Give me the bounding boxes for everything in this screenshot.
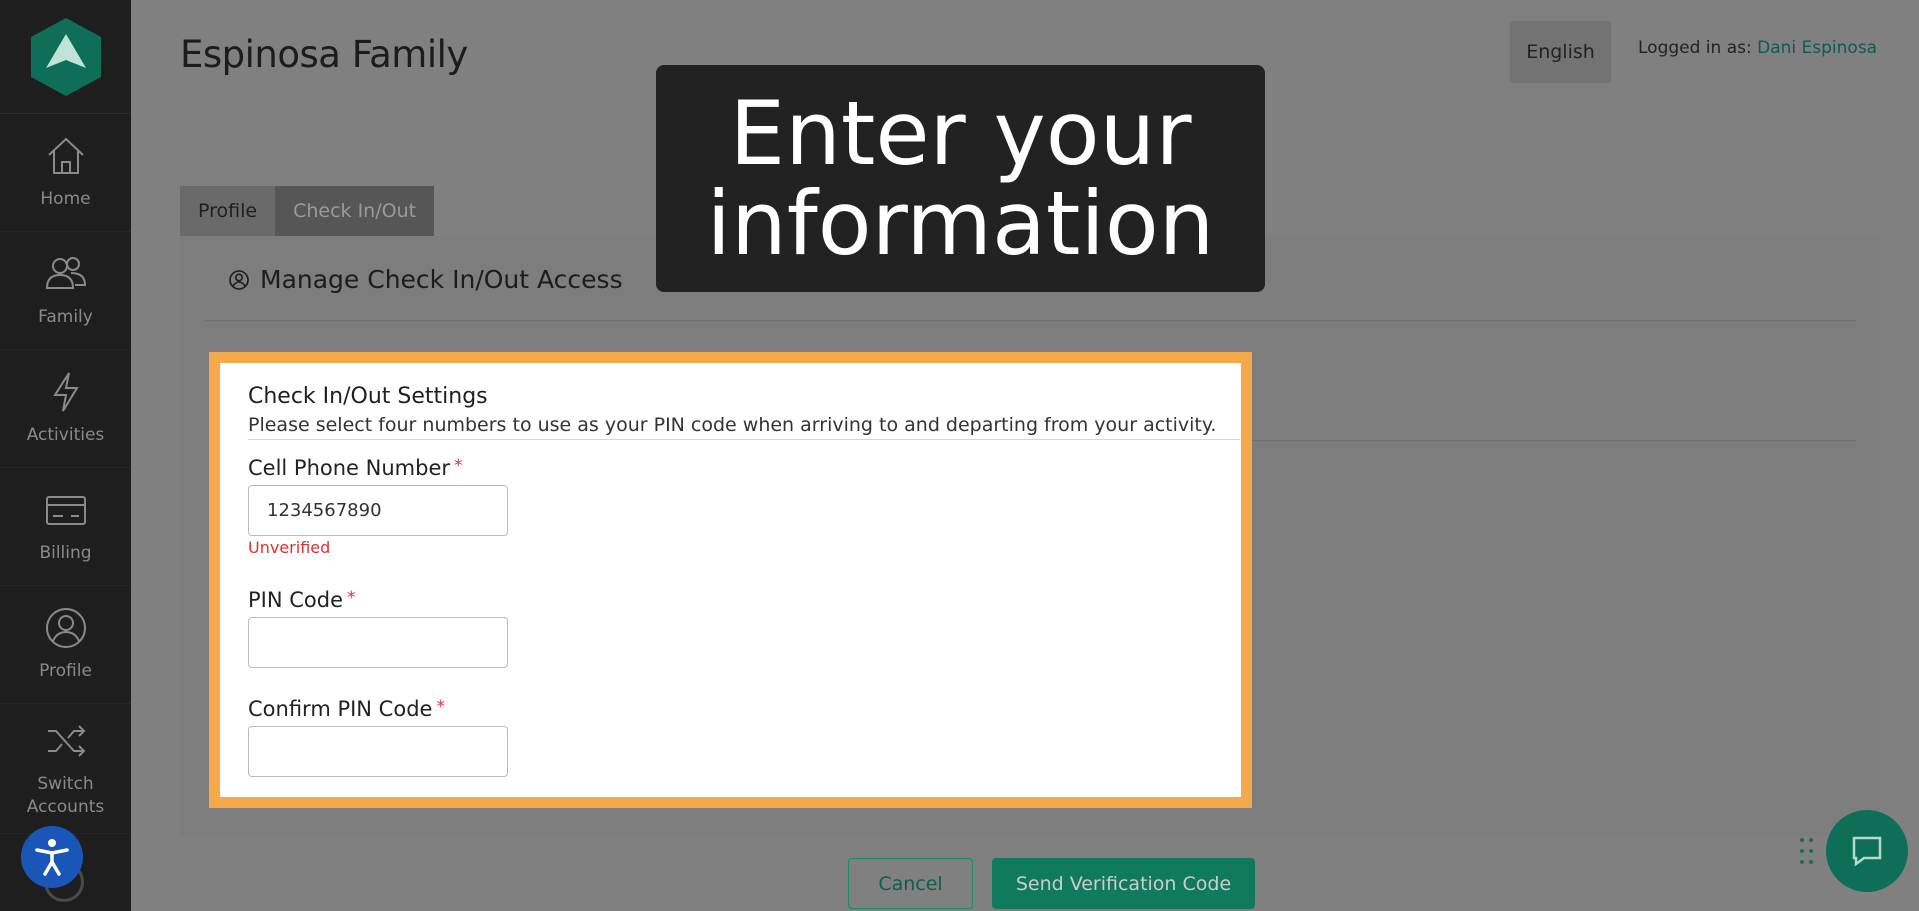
sidebar-item-label: Billing [39, 543, 92, 563]
sidebar-item-label: Family [38, 307, 93, 327]
sidebar-item-label: Switch Accounts [26, 773, 105, 817]
home-icon [47, 137, 84, 174]
phone-status: Unverified [248, 538, 331, 557]
user-circle-icon [45, 608, 86, 648]
sidebar-item-activities[interactable]: Activities [0, 350, 131, 468]
logo-icon [30, 17, 101, 96]
divider [1252, 440, 1855, 441]
banner-line-2: information [706, 171, 1215, 275]
chat-icon [1852, 836, 1882, 867]
user-name-link[interactable]: Dani Espinosa [1757, 38, 1877, 58]
phone-input[interactable] [248, 485, 508, 536]
tab-bar: Profile Check In/Out [180, 186, 435, 236]
logo[interactable] [0, 0, 131, 114]
sidebar-item-profile[interactable]: Profile [0, 586, 131, 704]
sidebar-item-home[interactable]: Home [0, 114, 131, 232]
tab-profile[interactable]: Profile [180, 186, 276, 236]
credit-card-icon [45, 496, 86, 525]
required-mark: * [347, 588, 356, 608]
drag-handle[interactable] [1800, 838, 1814, 866]
card-title: Check In/Out Settings [248, 384, 488, 409]
lightning-icon [52, 372, 79, 412]
phone-label-text: Cell Phone Number [248, 456, 451, 480]
logged-in-label: Logged in as: [1638, 38, 1752, 58]
confirm-pin-label: Confirm PIN Code * [248, 697, 445, 721]
banner-line-1: Enter your [729, 81, 1192, 185]
pin-input[interactable] [248, 617, 508, 668]
instruction-banner: Enter your information [656, 65, 1265, 292]
sidebar-item-billing[interactable]: Billing [0, 468, 131, 586]
family-icon [45, 257, 86, 289]
send-verification-code-button[interactable]: Send Verification Code [992, 858, 1255, 909]
cancel-button[interactable]: Cancel [848, 858, 973, 909]
card-divider [248, 439, 1240, 440]
banner-text: Enter your information [707, 88, 1215, 269]
card-description: Please select four numbers to use as you… [248, 414, 1217, 436]
logged-in-info: Logged in as: Dani Espinosa [1638, 38, 1877, 58]
confirm-pin-input[interactable] [248, 726, 508, 777]
phone-label: Cell Phone Number * [248, 456, 463, 480]
accessibility-icon [35, 839, 69, 876]
pin-label-text: PIN Code [248, 588, 344, 612]
page-title: Espinosa Family [180, 33, 468, 76]
divider [205, 320, 1855, 321]
chat-button[interactable] [1826, 810, 1908, 892]
required-mark: * [436, 697, 445, 717]
pin-label: PIN Code * [248, 588, 356, 612]
confirm-pin-label-text: Confirm PIN Code [248, 697, 433, 721]
tab-check-in-out[interactable]: Check In/Out [275, 186, 435, 236]
sidebar-item-label: Profile [39, 661, 92, 681]
section-title: Manage Check In/Out Access [228, 265, 623, 294]
accessibility-button[interactable] [21, 826, 83, 888]
required-mark: * [454, 456, 463, 476]
shuffle-icon [47, 724, 85, 757]
sidebar-item-label: Activities [26, 425, 105, 445]
sidebar-item-label: Home [40, 189, 91, 209]
sidebar: Home Family Activities Billing Profile S… [0, 0, 131, 911]
sidebar-item-switch-accounts[interactable]: Switch Accounts [0, 704, 131, 834]
section-title-text: Manage Check In/Out Access [260, 265, 623, 294]
user-circle-icon [229, 269, 249, 290]
sidebar-item-family[interactable]: Family [0, 232, 131, 350]
language-button[interactable]: English [1510, 21, 1611, 83]
